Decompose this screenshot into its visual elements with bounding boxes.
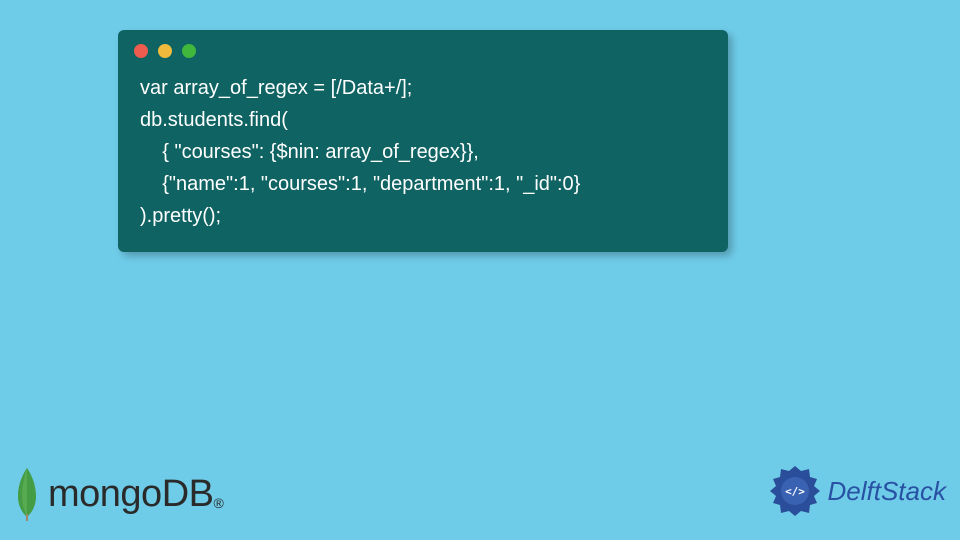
code-line: var array_of_regex = [/Data+/]; [140, 77, 412, 99]
delftstack-text: DelftStack [828, 476, 947, 507]
code-line: { "courses": {$nin: array_of_regex}}, [140, 141, 479, 163]
code-block: var array_of_regex = [/Data+/]; db.stude… [118, 68, 728, 236]
window-titlebar [118, 30, 728, 68]
code-line: {"name":1, "courses":1, "department":1, … [140, 173, 580, 195]
mongodb-word: mongoDB [48, 473, 213, 515]
mongodb-logo: mongoDB® [12, 466, 223, 522]
close-icon [134, 44, 148, 58]
code-line: db.students.find( [140, 109, 288, 131]
mongodb-leaf-icon [12, 466, 42, 522]
delftstack-logo: </> DelftStack [768, 464, 947, 518]
svg-text:</>: </> [785, 485, 805, 498]
registered-icon: ® [213, 495, 223, 511]
delftstack-badge-icon: </> [768, 464, 822, 518]
minimize-icon [158, 44, 172, 58]
maximize-icon [182, 44, 196, 58]
code-line: ).pretty(); [140, 205, 221, 227]
code-window: var array_of_regex = [/Data+/]; db.stude… [118, 30, 728, 252]
mongodb-text: mongoDB® [48, 473, 223, 516]
